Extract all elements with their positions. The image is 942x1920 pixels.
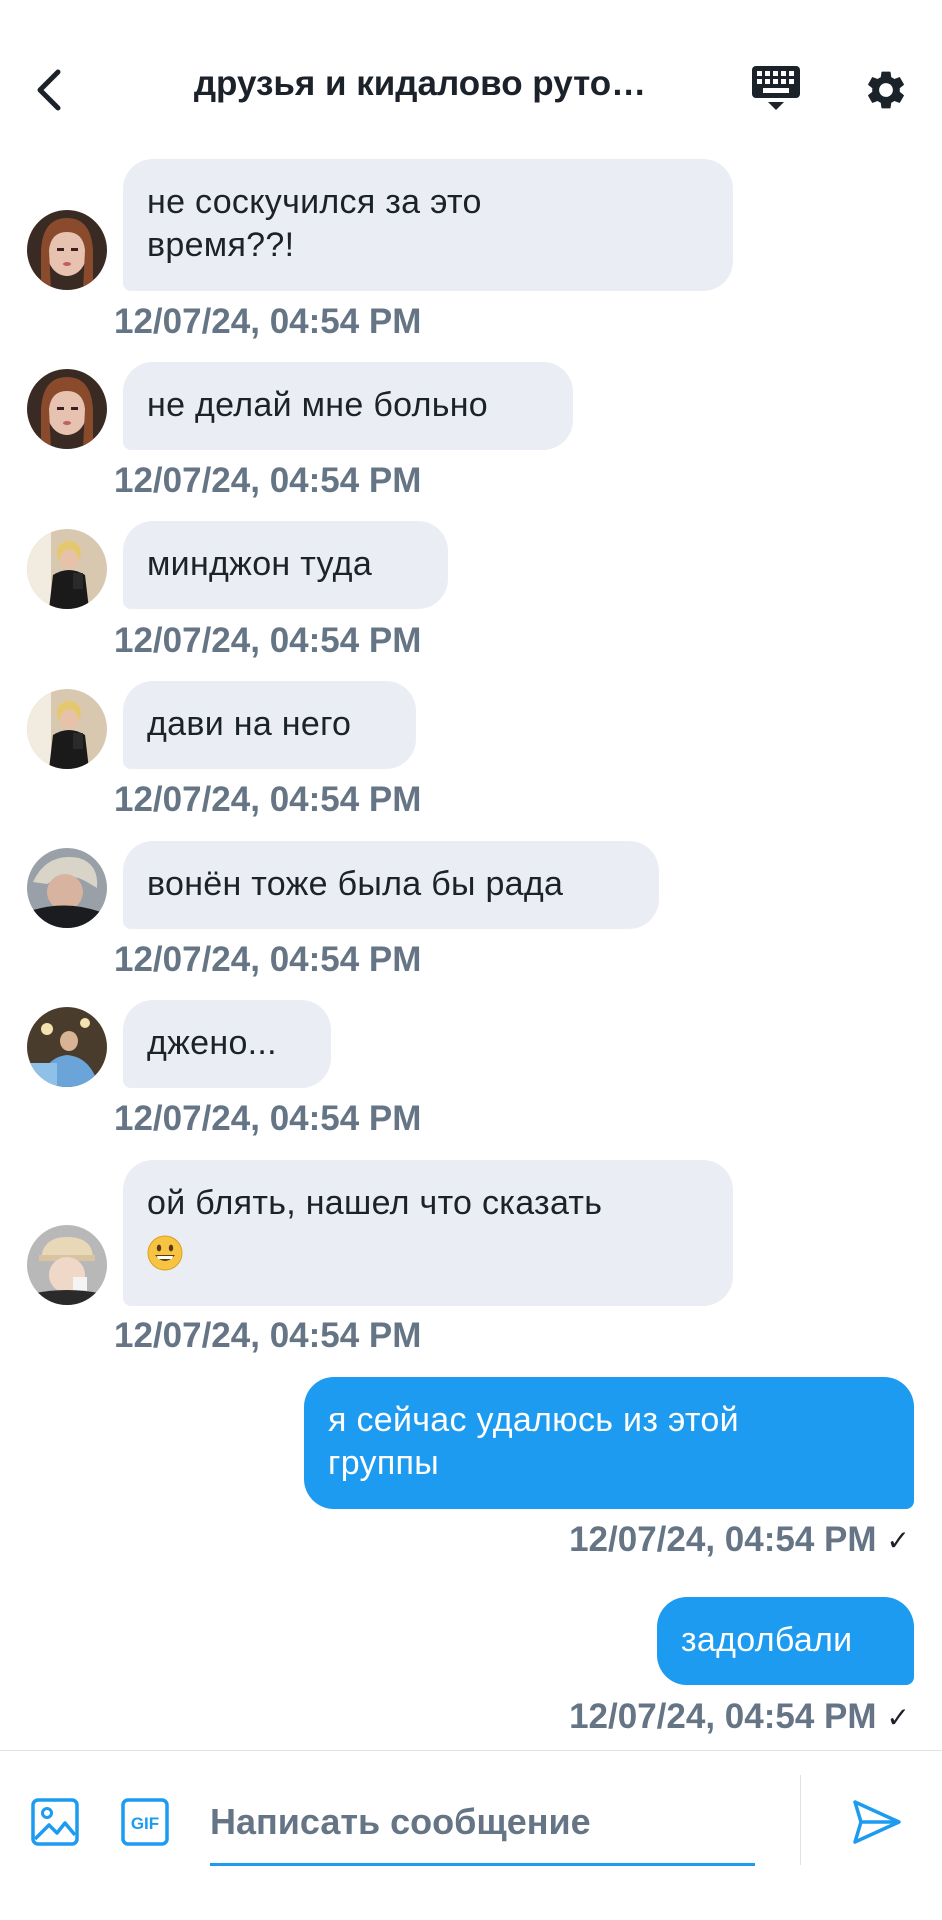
- dm-conversation-screen: друзья и кидалово руто… не соскучился за…: [0, 0, 942, 1920]
- message-input-wrapper: [210, 1781, 755, 1866]
- message-bubble[interactable]: минджон туда: [123, 521, 448, 609]
- avatar-photo: [27, 1007, 107, 1087]
- avatar[interactable]: [27, 529, 107, 609]
- avatar-photo: [27, 210, 107, 290]
- message-text: я сейчас удалюсь из этой группы: [328, 1401, 739, 1482]
- message-time: 12/07/24, 04:54 PM: [569, 1697, 877, 1736]
- keyboard-toggle-button[interactable]: [748, 60, 804, 116]
- message-text: джено...: [147, 1024, 277, 1062]
- avatar[interactable]: [27, 1007, 107, 1087]
- message-timestamp: 12/07/24, 04:54 PM: [114, 940, 422, 979]
- avatar[interactable]: [27, 210, 107, 290]
- message-time: 12/07/24, 04:54 PM: [569, 1520, 877, 1559]
- gear-icon: [868, 71, 904, 109]
- send-icon: [853, 1800, 901, 1844]
- avatar-photo: [27, 689, 107, 769]
- message-text: дави на него: [147, 705, 352, 743]
- message-bubble[interactable]: не делай мне больно: [123, 362, 573, 450]
- back-button[interactable]: [22, 62, 78, 118]
- gif-icon: GIF: [121, 1798, 169, 1846]
- sent-check-icon: ✓: [886, 1701, 910, 1733]
- message-timestamp: 12/07/24, 04:54 PM ✓: [569, 1520, 910, 1560]
- message-timestamp: 12/07/24, 04:54 PM: [114, 302, 422, 341]
- settings-button[interactable]: [858, 62, 914, 118]
- gif-label: GIF: [131, 1814, 159, 1833]
- image-icon: [31, 1798, 79, 1846]
- message-text: минджон туда: [147, 545, 373, 583]
- message-bubble[interactable]: дави на него: [123, 681, 416, 769]
- avatar[interactable]: [27, 369, 107, 449]
- conversation-header: друзья и кидалово руто…: [0, 40, 942, 130]
- avatar[interactable]: [27, 689, 107, 769]
- message-bubble[interactable]: джено...: [123, 1000, 331, 1088]
- message-text: задолбали: [681, 1621, 853, 1659]
- avatar-photo: [27, 529, 107, 609]
- avatar-photo: [27, 1225, 107, 1305]
- avatar-photo: [27, 848, 107, 928]
- message-bubble[interactable]: ой блять, нашел что сказать: [123, 1160, 733, 1306]
- message-timestamp: 12/07/24, 04:54 PM ✓: [569, 1697, 910, 1737]
- avatar[interactable]: [27, 848, 107, 928]
- divider: [800, 1775, 801, 1865]
- emoji-line: [147, 1235, 709, 1282]
- add-photo-button[interactable]: [28, 1795, 82, 1849]
- message-bubble-outgoing[interactable]: я сейчас удалюсь из этой группы: [304, 1377, 914, 1509]
- message-input[interactable]: [210, 1781, 755, 1863]
- chevron-left-icon: [37, 69, 61, 111]
- message-bubble-outgoing[interactable]: задолбали: [657, 1597, 914, 1685]
- message-text: вонён тоже была бы рада: [147, 865, 564, 903]
- send-button[interactable]: [848, 1793, 906, 1851]
- conversation-title[interactable]: друзья и кидалово руто…: [140, 64, 700, 104]
- message-timestamp: 12/07/24, 04:54 PM: [114, 461, 422, 500]
- grinning-face-emoji: [147, 1235, 183, 1271]
- message-text: ой блять, нашел что сказать: [147, 1184, 603, 1222]
- avatar-photo: [27, 369, 107, 449]
- message-timestamp: 12/07/24, 04:54 PM: [114, 1099, 422, 1138]
- add-gif-button[interactable]: GIF: [118, 1795, 172, 1849]
- compose-bar: GIF: [0, 1750, 942, 1920]
- keyboard-icon: [752, 66, 800, 110]
- message-timestamp: 12/07/24, 04:54 PM: [114, 1316, 422, 1355]
- message-timestamp: 12/07/24, 04:54 PM: [114, 780, 422, 819]
- message-bubble[interactable]: не соскучился за это время??!: [123, 159, 733, 291]
- avatar[interactable]: [27, 1225, 107, 1305]
- sent-check-icon: ✓: [886, 1524, 910, 1556]
- message-timestamp: 12/07/24, 04:54 PM: [114, 621, 422, 660]
- message-bubble[interactable]: вонён тоже была бы рада: [123, 841, 659, 929]
- message-text: не делай мне больно: [147, 386, 489, 424]
- message-text: не соскучился за это время??!: [147, 183, 482, 264]
